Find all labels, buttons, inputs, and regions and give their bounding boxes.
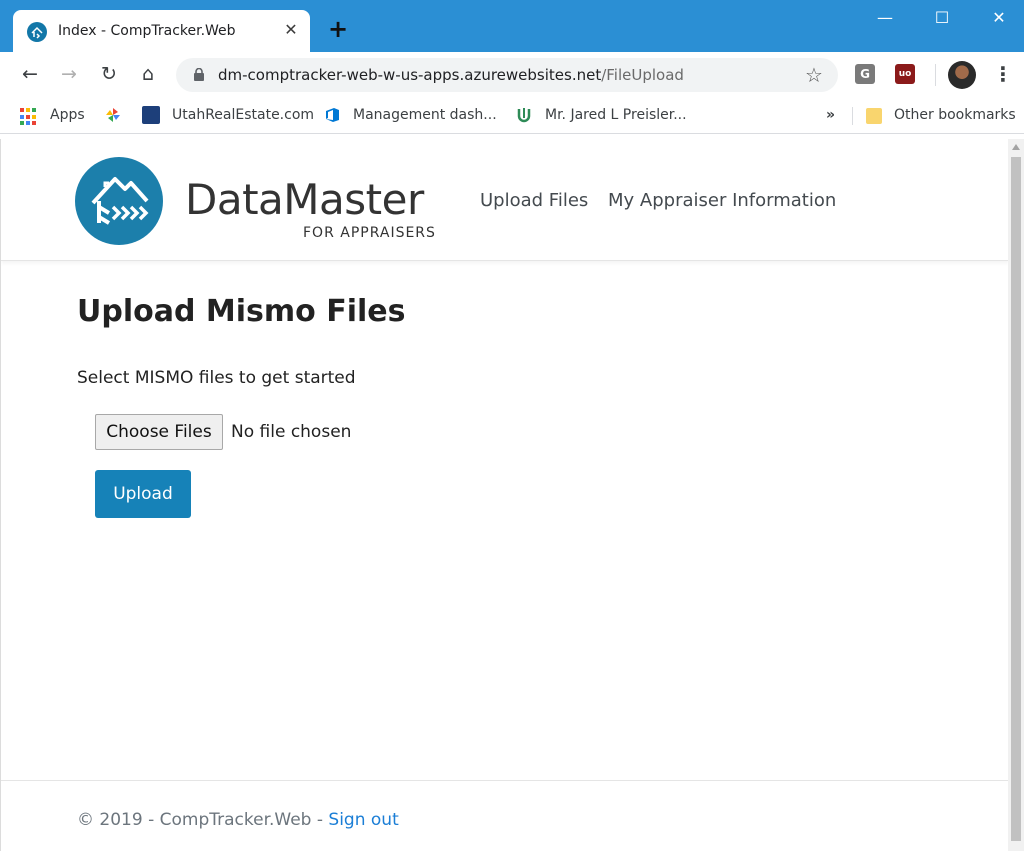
upload-button[interactable]: Upload [95,470,191,518]
url-path: /FileUpload [601,66,684,84]
nav-my-appraiser-information[interactable]: My Appraiser Information [608,190,836,211]
bookmark-jared-preisler[interactable]: Mr. Jared L Preisler... [545,107,687,123]
tab-title: Index - CompTracker.Web [58,23,236,39]
url-host: dm-comptracker-web-w-us-apps.azurewebsit… [218,66,602,84]
bookmark-star-icon[interactable]: ☆ [805,63,823,87]
home-icon[interactable]: ⌂ [136,62,160,86]
footer-divider [1,780,1008,781]
utah-realestate-icon [142,106,160,124]
maximize-button[interactable]: ☐ [927,6,957,30]
bookmark-utahrealestate[interactable]: UtahRealEstate.com [172,107,314,123]
toolbar-divider [935,64,936,86]
page-scrollbar[interactable] [1008,139,1024,851]
browser-titlebar: Index - CompTracker.Web ✕ + — ☐ ✕ [0,0,1024,54]
profile-avatar[interactable] [948,61,976,89]
close-window-button[interactable]: ✕ [984,6,1014,30]
bookmarks-divider [852,107,853,125]
pinwheel-bookmark-icon[interactable] [104,106,122,124]
tab-close-icon[interactable]: ✕ [281,20,301,40]
url-text: dm-comptracker-web-w-us-apps.azurewebsit… [218,66,684,84]
browser-tab-active[interactable]: Index - CompTracker.Web ✕ [13,10,310,54]
page-viewport: DataMaster FOR APPRAISERS Upload Files M… [0,139,1008,851]
bookmarks-bar: Apps UtahRealEstate.com Management dash.… [0,98,1024,134]
site-favicon-icon [27,22,47,42]
upload-instructions: Select MISMO files to get started [77,368,356,388]
azure-devops-icon [323,106,341,124]
site-footer: © 2019 - CompTracker.Web - Sign out [77,810,399,830]
back-arrow-icon[interactable]: ← [18,62,42,86]
logo-tagline: FOR APPRAISERS [303,225,436,241]
ublock-icon[interactable]: uo [895,64,915,84]
logo-wordmark: DataMaster [185,175,424,224]
bookmark-apps[interactable]: Apps [50,107,85,123]
minimize-button[interactable]: — [870,6,900,30]
scroll-up-arrow-icon[interactable] [1012,144,1020,150]
choose-files-button[interactable]: Choose Files [95,414,223,450]
bookmark-management-dash[interactable]: Management dash... [353,107,497,123]
site-header: DataMaster FOR APPRAISERS Upload Files M… [1,139,1008,261]
reload-icon[interactable]: ↻ [97,62,121,86]
forward-arrow-icon[interactable]: → [57,62,81,86]
browser-menu-icon[interactable]: ⋮ [993,62,1013,86]
datamaster-logo-icon[interactable] [75,157,163,245]
browser-toolbar: ← → ↻ ⌂ dm-comptracker-web-w-us-apps.azu… [0,52,1024,98]
umbrella-bookmark-icon [515,106,533,124]
folder-icon [866,108,882,124]
grammarly-icon[interactable]: G [855,64,875,84]
nav-upload-files[interactable]: Upload Files [480,190,588,211]
file-input-status: No file chosen [231,422,352,442]
sign-out-link[interactable]: Sign out [328,810,398,830]
bookmarks-overflow-icon[interactable]: » [826,107,835,123]
lock-icon [194,68,204,81]
footer-copyright: © 2019 - CompTracker.Web - [77,810,329,830]
page-title: Upload Mismo Files [77,294,406,329]
apps-grid-icon [20,108,38,126]
bookmark-other[interactable]: Other bookmarks [894,107,1016,123]
scroll-thumb[interactable] [1011,157,1021,841]
new-tab-button[interactable]: + [326,17,350,41]
address-bar[interactable]: dm-comptracker-web-w-us-apps.azurewebsit… [176,58,838,92]
